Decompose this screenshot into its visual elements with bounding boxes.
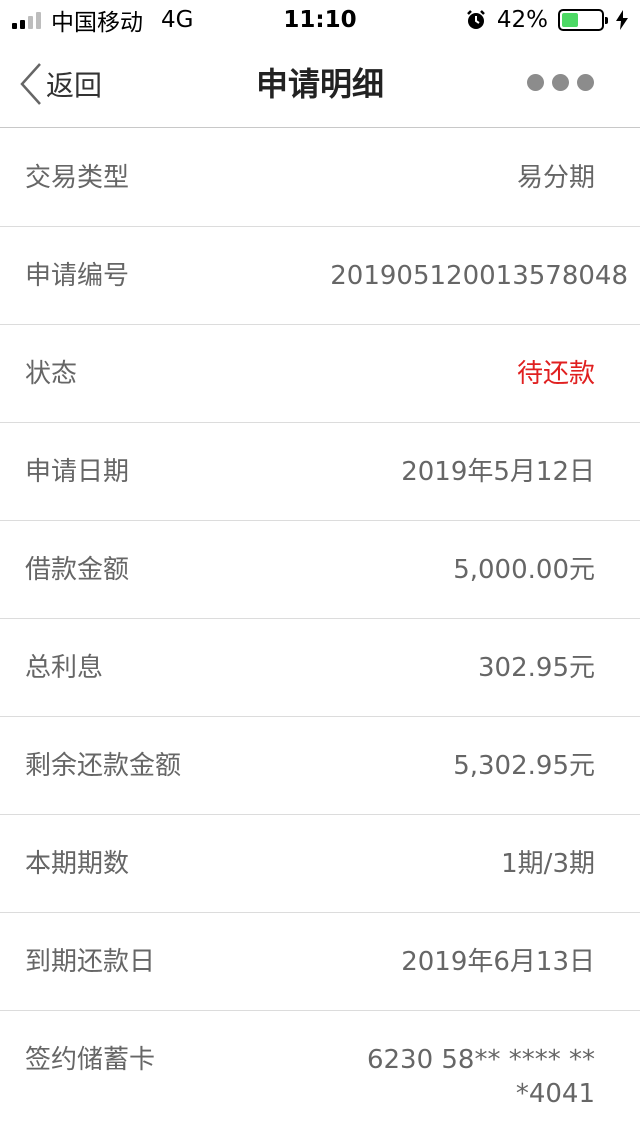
detail-row-transaction-type: 交易类型 易分期 [0,129,640,227]
back-label: 返回 [46,69,103,102]
battery-icon [558,9,608,31]
alarm-icon [466,10,485,29]
detail-row-total-interest: 总利息 302.95元 [0,619,640,717]
network-label: 4G [161,7,194,33]
detail-value: 5,000.00元 [453,555,595,585]
detail-label: 申请编号 [25,261,130,291]
charging-bolt-icon [616,10,628,30]
carrier-label: 中国移动 [51,10,143,36]
more-dot [552,74,569,91]
detail-label: 申请日期 [25,457,130,487]
detail-row-due-date: 到期还款日 2019年6月13日 [0,913,640,1011]
status-bar-left: 中国移动 4G [12,3,193,37]
battery-fill [562,13,578,27]
detail-value: 201905120013578048 [330,261,628,291]
detail-label: 借款金额 [25,555,130,585]
chevron-left-icon [20,63,41,105]
detail-value: 易分期 [516,163,595,193]
detail-value: 302.95元 [478,653,595,683]
more-dot [577,74,594,91]
detail-row-loan-amount: 借款金额 5,000.00元 [0,521,640,619]
detail-value: 5,302.95元 [453,751,595,781]
status-value: 待还款 [516,359,595,389]
detail-row-application-date: 申请日期 2019年5月12日 [0,423,640,521]
back-button[interactable]: 返回 [20,62,102,106]
detail-label: 本期期数 [25,849,130,879]
detail-label: 总利息 [25,653,104,683]
signal-icon [12,11,41,29]
detail-value: 6230 58** **** ***4041 [366,1045,595,1109]
nav-bar: 申请明细 返回 [0,40,640,128]
detail-list: 交易类型 易分期 申请编号 201905120013578048 状态 待还款 … [0,129,640,1109]
detail-label: 交易类型 [25,163,130,193]
status-bar: 中国移动 4G 11:10 42% [0,0,640,40]
detail-row-remaining-amount: 剩余还款金额 5,302.95元 [0,717,640,815]
detail-row-installment: 本期期数 1期/3期 [0,815,640,913]
detail-row-status: 状态 待还款 [0,325,640,423]
detail-value: 1期/3期 [501,849,595,879]
detail-value: 2019年5月12日 [401,457,595,487]
detail-row-application-number: 申请编号 201905120013578048 [0,227,640,325]
more-dot [527,74,544,91]
detail-row-debit-card: 签约储蓄卡 6230 58** **** ***4041 [0,1011,640,1109]
status-bar-right: 42% [465,7,628,33]
detail-label: 剩余还款金额 [25,751,182,781]
detail-label: 状态 [25,359,78,389]
detail-label: 签约储蓄卡 [25,1045,156,1075]
more-dots-icon[interactable] [527,74,594,91]
detail-value: 2019年6月13日 [401,947,595,977]
battery-percent: 42% [496,7,548,33]
detail-label: 到期还款日 [25,947,156,977]
